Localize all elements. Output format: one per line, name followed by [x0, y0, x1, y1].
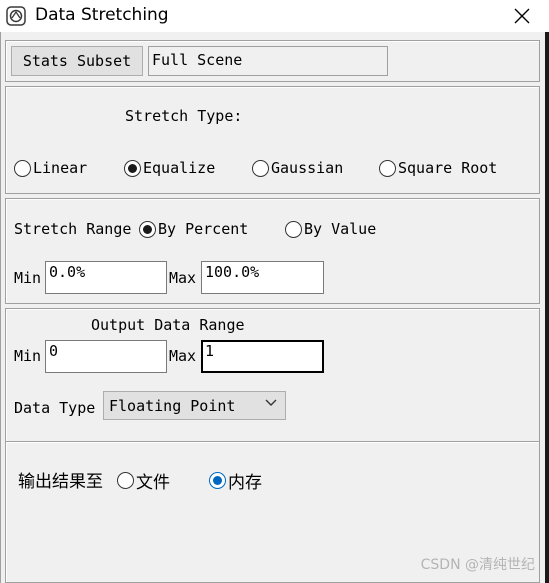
output-max-label: Max [169, 347, 197, 365]
app-icon [6, 6, 26, 26]
radio-circle-selected [139, 220, 156, 238]
output-to-label: 输出结果至 [18, 472, 103, 492]
radio-by-percent-label: By Percent [158, 220, 249, 238]
radio-output-file[interactable]: 文件 [117, 468, 170, 493]
radio-circle [14, 159, 31, 177]
close-icon [514, 8, 530, 24]
stretch-type-heading: Stretch Type: [125, 107, 243, 125]
range-min-input[interactable]: 0.0% [45, 261, 167, 294]
dialog-body: Stats Subset Full Scene Stretch Type: Li… [0, 32, 545, 583]
radio-circle [117, 472, 134, 489]
output-min-input[interactable]: 0 [45, 340, 167, 373]
radio-linear-label: Linear [33, 159, 88, 177]
data-type-label: Data Type [14, 399, 96, 417]
radio-by-value[interactable]: By Value [285, 220, 376, 238]
title-bar: Data Stretching [0, 0, 549, 32]
radio-square-root-label: Square Root [398, 159, 498, 177]
radio-circle [285, 220, 302, 238]
close-button[interactable] [504, 0, 540, 32]
radio-circle [252, 159, 269, 177]
radio-by-percent[interactable]: By Percent [139, 220, 248, 238]
range-max-input[interactable]: 100.0% [201, 261, 324, 294]
watermark: CSDN @清纯世纪 [420, 557, 535, 573]
radio-square-root[interactable]: Square Root [379, 159, 497, 177]
data-type-value: Floating Point [109, 396, 236, 415]
stretch-range-label: Stretch Range [14, 220, 132, 238]
stats-subset-label: Stats Subset [22, 52, 132, 70]
range-min-label: Min [14, 269, 42, 287]
data-type-select[interactable]: Floating Point [103, 391, 286, 420]
radio-gaussian-label: Gaussian [271, 159, 344, 177]
radio-circle [379, 159, 396, 177]
window-title: Data Stretching [35, 5, 169, 25]
chevron-down-icon [265, 399, 277, 406]
radio-circle-selected [209, 472, 226, 489]
stats-subset-value: Full Scene [148, 46, 388, 76]
output-range-heading: Output Data Range [91, 316, 245, 334]
radio-equalize-label: Equalize [143, 159, 216, 177]
radio-equalize[interactable]: Equalize [124, 159, 215, 177]
radio-by-value-label: By Value [304, 220, 377, 238]
radio-output-memory-label: 内存 [228, 473, 262, 493]
range-max-label: Max [169, 269, 197, 287]
radio-output-file-label: 文件 [136, 473, 170, 493]
stretch-type-group: Stretch Type: Linear Equalize Gaussian S… [5, 86, 540, 194]
radio-circle-selected [124, 159, 141, 177]
stats-subset-button[interactable]: Stats Subset [11, 46, 143, 76]
stats-group: Stats Subset Full Scene [5, 40, 540, 82]
output-max-input[interactable]: 1 [201, 340, 324, 373]
radio-linear[interactable]: Linear [14, 159, 87, 177]
radio-output-memory[interactable]: 内存 [209, 468, 262, 493]
radio-gaussian[interactable]: Gaussian [252, 159, 343, 177]
output-min-label: Min [14, 347, 42, 365]
stretch-range-group: Stretch Range By Percent By Value Min 0.… [5, 198, 540, 304]
